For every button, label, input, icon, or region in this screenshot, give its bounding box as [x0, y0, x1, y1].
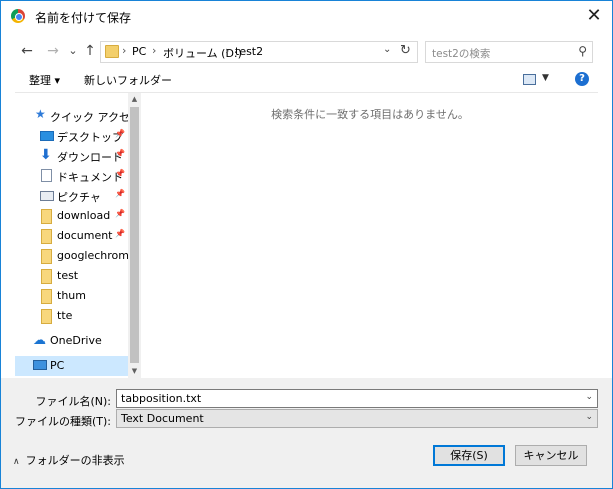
forward-button[interactable]: → — [45, 42, 61, 60]
sidebar-item-desktop[interactable]: デスクトップ 📌 — [15, 126, 128, 146]
sidebar-item-download-folder[interactable]: download 📌 — [15, 206, 128, 226]
pin-icon: 📌 — [115, 129, 125, 138]
refresh-icon[interactable]: ↻ — [400, 43, 411, 58]
pin-icon: 📌 — [115, 229, 125, 238]
sidebar-item-pc[interactable]: PC — [15, 356, 128, 376]
folder-icon — [41, 249, 52, 264]
sidebar-item-quick-access[interactable]: ★ クイック アクセス — [15, 106, 128, 126]
sidebar-item-label: tte — [57, 309, 73, 322]
search-icon[interactable]: ⚲ — [578, 44, 587, 58]
pin-icon: 📌 — [115, 189, 125, 198]
pin-icon: 📌 — [115, 149, 125, 158]
up-button[interactable]: ↑ — [82, 42, 98, 60]
hide-folders-label: フォルダーの非表示 — [25, 454, 125, 467]
dialog-title: 名前を付けて保存 — [35, 11, 132, 25]
sidebar-item-label: test — [57, 269, 79, 282]
folder-icon — [41, 209, 52, 224]
sidebar-scrollbar[interactable]: ▲ ▼ — [128, 93, 141, 378]
download-icon: ⬇ — [40, 147, 52, 163]
breadcrumb-separator[interactable]: › — [152, 44, 156, 57]
filename-value: tabposition.txt — [121, 392, 202, 405]
pin-icon: 📌 — [115, 169, 125, 178]
breadcrumb-pc[interactable]: PC — [132, 45, 146, 58]
recent-locations-button[interactable]: ⌄ — [65, 42, 81, 60]
address-dropdown-icon[interactable]: ⌄ — [383, 44, 391, 55]
sidebar-item-downloads[interactable]: ⬇ ダウンロード 📌 — [15, 146, 128, 166]
filetype-label: ファイルの種類(T): — [14, 415, 111, 428]
sidebar-item-tte[interactable]: tte — [15, 306, 128, 326]
sidebar-item-label: ダウンロード — [57, 151, 123, 164]
command-toolbar: 整理 ▾ 新しいフォルダー ▼ ? — [1, 70, 612, 92]
view-options-icon[interactable] — [523, 74, 536, 85]
breadcrumb-volume-d[interactable]: ボリューム (D:) — [163, 45, 242, 61]
sidebar-item-label: document — [57, 229, 113, 242]
sidebar-item-test[interactable]: test — [15, 266, 128, 286]
folder-icon — [41, 229, 52, 244]
folder-icon — [41, 289, 52, 304]
onedrive-icon: ☁ — [33, 333, 46, 348]
sidebar-item-onedrive[interactable]: ☁ OneDrive — [15, 331, 128, 351]
chevron-up-icon: ∧ — [13, 457, 20, 467]
folder-icon — [41, 309, 52, 324]
title-bar: 名前を付けて保存 ✕ — [1, 1, 612, 32]
chevron-down-icon[interactable]: ⌄ — [585, 392, 593, 402]
empty-results-message: 検索条件に一致する項目はありません。 — [271, 108, 469, 121]
new-folder-button[interactable]: 新しいフォルダー — [84, 72, 172, 88]
search-input[interactable]: test2の検索 ⚲ — [425, 41, 593, 63]
document-icon — [41, 169, 52, 182]
sidebar-item-label: download — [57, 209, 111, 222]
organize-button[interactable]: 整理 ▾ — [29, 72, 60, 88]
chrome-app-icon — [11, 9, 25, 23]
sidebar-item-label: ドキュメント — [57, 171, 123, 184]
view-dropdown-icon[interactable]: ▼ — [542, 73, 549, 83]
sidebar-item-label: OneDrive — [50, 334, 102, 347]
sidebar-item-label: PC — [50, 359, 65, 372]
folder-icon — [105, 45, 119, 58]
sidebar-item-label: thum — [57, 289, 86, 302]
scrollbar-thumb[interactable] — [130, 107, 139, 363]
pin-icon: 📌 — [115, 209, 125, 218]
filename-label: ファイル名(N): — [35, 395, 111, 408]
save-button[interactable]: 保存(S) — [433, 445, 505, 466]
sidebar-item-label: クイック アクセス — [50, 111, 128, 124]
filetype-value: Text Document — [121, 412, 204, 425]
help-icon[interactable]: ? — [575, 72, 589, 86]
filetype-select[interactable]: Text Document ⌄ — [116, 409, 598, 428]
sidebar-item-documents[interactable]: ドキュメント 📌 — [15, 166, 128, 186]
close-button[interactable]: ✕ — [584, 6, 604, 26]
star-icon: ★ — [35, 107, 46, 121]
sidebar-item-label: ピクチャ — [57, 191, 101, 204]
navigation-pane: ★ クイック アクセス デスクトップ 📌 ⬇ ダウンロード 📌 ドキュメント 📌… — [15, 93, 128, 378]
hide-folders-button[interactable]: ∧ フォルダーの非表示 — [13, 452, 125, 468]
chevron-down-icon[interactable]: ⌄ — [585, 412, 593, 422]
save-as-dialog: 名前を付けて保存 ✕ ← → ⌄ ↑ › PC › ボリューム (D:) › t… — [0, 0, 613, 489]
scroll-up-icon[interactable]: ▲ — [128, 93, 141, 106]
sidebar-item-document-folder[interactable]: document 📌 — [15, 226, 128, 246]
breadcrumb-separator[interactable]: › — [225, 44, 229, 57]
sidebar-item-label: googlechrome — [57, 249, 128, 262]
back-button[interactable]: ← — [19, 42, 35, 60]
sidebar-item-googlechrome[interactable]: googlechrome — [15, 246, 128, 266]
dialog-footer: ファイル名(N): tabposition.txt ⌄ ファイルの種類(T): … — [1, 378, 612, 488]
sidebar-item-thum[interactable]: thum — [15, 286, 128, 306]
navigation-row: ← → ⌄ ↑ › PC › ボリューム (D:) › test2 ⌄ ↻ te… — [1, 34, 612, 70]
sidebar-item-pictures[interactable]: ピクチャ 📌 — [15, 186, 128, 206]
pictures-icon — [40, 191, 54, 201]
cancel-button[interactable]: キャンセル — [515, 445, 587, 466]
folder-icon — [41, 269, 52, 284]
scroll-down-icon[interactable]: ▼ — [128, 365, 141, 378]
search-placeholder: test2の検索 — [432, 48, 491, 60]
breadcrumb-separator[interactable]: › — [122, 44, 126, 57]
filename-field[interactable]: tabposition.txt ⌄ — [116, 389, 598, 408]
breadcrumb-test2[interactable]: test2 — [235, 45, 263, 58]
file-list[interactable]: 検索条件に一致する項目はありません。 — [142, 93, 598, 378]
desktop-icon — [40, 131, 54, 141]
address-bar[interactable]: › PC › ボリューム (D:) › test2 ⌄ ↻ — [100, 41, 418, 63]
pc-icon — [33, 360, 47, 370]
sidebar-item-label: デスクトップ — [57, 131, 123, 144]
